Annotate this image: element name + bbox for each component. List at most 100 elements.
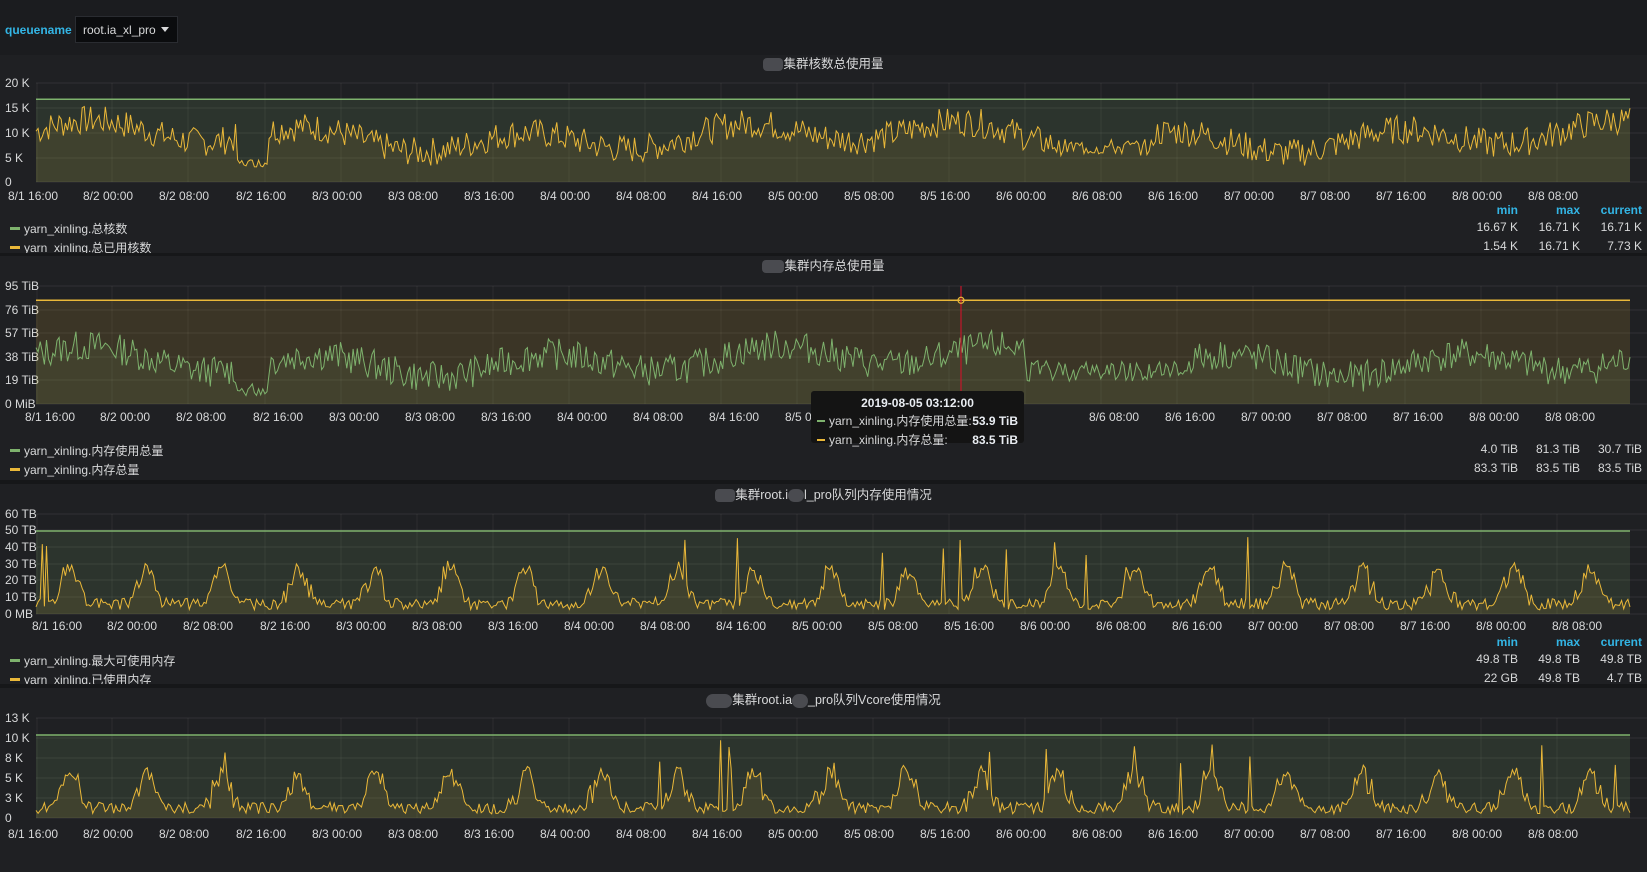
x-tick-label: 8/6 08:00: [1072, 827, 1122, 841]
tooltip-row: yarn_xinling.内存总量: 83.5 TiB: [817, 431, 1018, 448]
queuename-dropdown[interactable]: root.ia_xl_pro: [75, 16, 178, 43]
panel-cluster-cores: 集群核数总使用量 20 K 15 K 10 K 5 K 0 8/1 16:00 8/2 00…: [0, 55, 1647, 253]
y-tick-label: 0: [5, 811, 12, 825]
y-tick-label: 38 TiB: [5, 350, 39, 364]
y-tick-label: 5 K: [5, 771, 23, 785]
y-tick-label: 15 K: [5, 101, 30, 115]
cores-chart[interactable]: 20 K 15 K 10 K 5 K 08/1 16:00 8/2 00:00 8/2 08…: [0, 75, 1647, 205]
legend-item[interactable]: yarn_xinling.内存总量 83.3 TiB 83.5 TiB 83.5…: [0, 460, 1647, 478]
y-tick-label: 3 K: [5, 791, 23, 805]
x-tick-label: 8/4 00:00: [540, 189, 590, 203]
x-tick-label: 8/6 08:00: [1072, 189, 1122, 203]
y-tick-label: 8 K: [5, 751, 23, 765]
y-tick-label: 0 MB: [5, 607, 33, 621]
legend-item[interactable]: yarn_xinling.总已用核数 1.54 K 16.71 K 7.73 K: [0, 238, 1647, 253]
panel-title: 集群root.ia _pro队列Vcore使用情况: [0, 692, 1647, 708]
y-tick-label: 5 K: [5, 151, 23, 165]
y-tick-label: 10 K: [5, 126, 30, 140]
y-tick-label: 0: [5, 175, 12, 189]
x-tick-label: 8/7 00:00: [1241, 410, 1291, 424]
x-tick-label: 8/4 08:00: [616, 827, 666, 841]
x-tick-label: 8/3 08:00: [388, 189, 438, 203]
y-tick-label: 95 TiB: [5, 279, 39, 293]
x-tick-label: 8/6 16:00: [1148, 189, 1198, 203]
x-tick-label: 8/7 00:00: [1224, 189, 1274, 203]
legend-header: min max current: [1496, 203, 1642, 217]
x-tick-label: 8/7 08:00: [1300, 827, 1350, 841]
panel-queue-memory: 集群root.i l_pro队列内存使用情况 60 TB 50 TB 40 TB 30 …: [0, 484, 1647, 684]
x-tick-label: 8/2 08:00: [159, 189, 209, 203]
legend-swatch: [10, 449, 20, 452]
panel-title: 集群root.i l_pro队列内存使用情况: [0, 487, 1647, 503]
x-tick-label: 8/5 00:00: [768, 827, 818, 841]
legend-swatch: [10, 227, 20, 230]
x-tick-label: 8/7 16:00: [1400, 619, 1450, 633]
redacted-block: [792, 693, 809, 708]
x-tick-label: 8/2 16:00: [253, 410, 303, 424]
x-tick-label: 8/3 08:00: [405, 410, 455, 424]
x-tick-label: 8/5 00:00: [792, 619, 842, 633]
x-tick-label: 8/5 00:00: [768, 189, 818, 203]
x-tick-label: 8/3 16:00: [464, 827, 514, 841]
queue-memory-chart[interactable]: 60 TB 50 TB 40 TB 30 TB 20 TB 10 TB 0 MB8/1 16…: [0, 508, 1647, 636]
x-tick-label: 8/2 08:00: [176, 410, 226, 424]
legend-item[interactable]: yarn_xinling.最大可使用内存 49.8 TB 49.8 TB 49.…: [0, 651, 1647, 669]
x-tick-label: 8/6 00:00: [996, 827, 1046, 841]
x-tick-label: 8/4 16:00: [716, 619, 766, 633]
x-tick-label: 8/4 16:00: [709, 410, 759, 424]
redacted-block: [788, 489, 804, 503]
y-tick-label: 20 K: [5, 76, 30, 90]
x-tick-label: 8/6 08:00: [1096, 619, 1146, 633]
x-tick-label: 8/2 08:00: [183, 619, 233, 633]
x-tick-label: 8/3 16:00: [481, 410, 531, 424]
x-tick-label: 8/4 00:00: [540, 827, 590, 841]
x-tick-label: 8/6 00:00: [1020, 619, 1070, 633]
tooltip-time: 2019-08-05 03:12:00: [861, 396, 974, 410]
x-tick-label: 8/5 08:00: [868, 619, 918, 633]
legend-swatch: [10, 246, 20, 249]
x-tick-label: 8/3 16:00: [488, 619, 538, 633]
tooltip-row: yarn_xinling.内存使用总量: 53.9 TiB: [817, 412, 1018, 429]
queue-vcore-chart[interactable]: 13 K 10 K 8 K 5 K 3 K 0 8/1 16:00 8/2 00:00 8/2 …: [0, 710, 1647, 872]
x-tick-label: 8/8 00:00: [1452, 189, 1502, 203]
x-tick-label: 8/5 16:00: [920, 827, 970, 841]
x-tick-label: 8/8 08:00: [1528, 189, 1578, 203]
x-tick-label: 8/7 16:00: [1376, 827, 1426, 841]
x-tick-label: 8/2 16:00: [260, 619, 310, 633]
legend-item[interactable]: yarn_xinling.已使用内存 22 GB 49.8 TB 4.7 TB: [0, 670, 1647, 684]
x-tick-label: 8/7 08:00: [1324, 619, 1374, 633]
x-tick-label: 8/3 00:00: [312, 189, 362, 203]
x-tick-label: 8/4 08:00: [640, 619, 690, 633]
x-tick-label: 8/6 08:00: [1089, 410, 1139, 424]
y-tick-label: 57 TiB: [5, 326, 39, 340]
x-tick-label: 8/8 08:00: [1552, 619, 1602, 633]
y-tick-label: 76 TiB: [5, 303, 39, 317]
templating-bar: queuename root.ia_xl_pro: [0, 0, 1647, 55]
x-tick-label: 8/2 00:00: [83, 189, 133, 203]
panel-title: 集群内存总使用量: [0, 258, 1647, 274]
x-tick-label: 8/7 16:00: [1393, 410, 1443, 424]
x-tick-label: 8/6 00:00: [996, 189, 1046, 203]
x-tick-label: 8/8 08:00: [1545, 410, 1595, 424]
legend-item[interactable]: yarn_xinling.总核数 16.67 K 16.71 K 16.71 K: [0, 219, 1647, 237]
variable-label: queuename: [5, 23, 72, 37]
x-tick-label: 8/1 16:00: [32, 619, 82, 633]
x-tick-label: 8/5 16:00: [944, 619, 994, 633]
y-tick-label: 40 TB: [5, 540, 37, 554]
x-tick-label: 8/8 00:00: [1476, 619, 1526, 633]
y-tick-label: 60 TB: [5, 508, 37, 521]
x-tick-label: 8/6 16:00: [1165, 410, 1215, 424]
queuename-value: root.ia_xl_pro: [83, 22, 156, 37]
x-tick-label: 8/4 00:00: [557, 410, 607, 424]
x-tick-label: 8/7 08:00: [1300, 189, 1350, 203]
redacted-block: [763, 58, 784, 72]
x-tick-label: 8/7 08:00: [1317, 410, 1367, 424]
x-tick-label: 8/3 00:00: [336, 619, 386, 633]
x-tick-label: 8/4 08:00: [633, 410, 683, 424]
tooltip-swatch: [817, 438, 825, 441]
legend-header: min max current: [1496, 635, 1642, 649]
x-tick-label: 8/2 16:00: [236, 827, 286, 841]
panel-title: 集群核数总使用量: [0, 56, 1647, 72]
x-tick-label: 8/2 00:00: [107, 619, 157, 633]
x-tick-label: 8/2 08:00: [159, 827, 209, 841]
